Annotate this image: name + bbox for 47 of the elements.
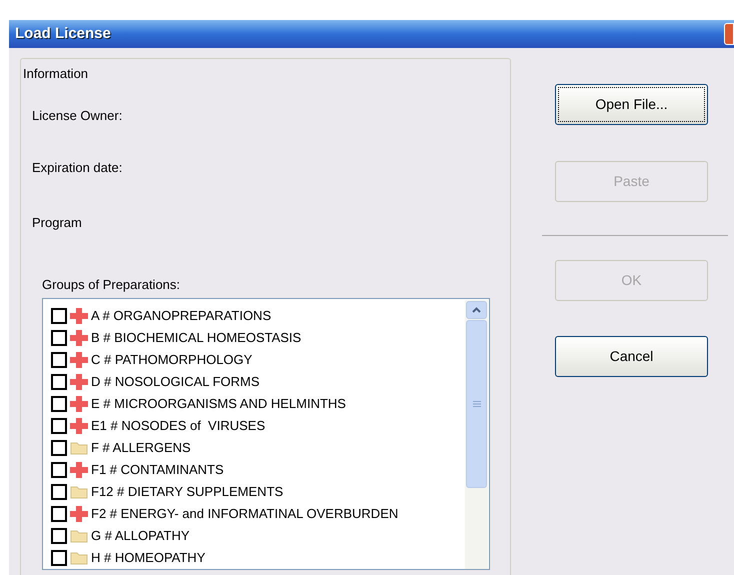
- checkbox[interactable]: [51, 484, 67, 500]
- scroll-up-button[interactable]: [466, 300, 487, 318]
- vertical-scrollbar[interactable]: [465, 300, 488, 568]
- dialog-button[interactable]: Open File...: [555, 84, 708, 125]
- field-label: Program: [32, 214, 82, 232]
- cross-icon: [69, 394, 89, 412]
- cross-icon: [69, 306, 89, 324]
- checkbox[interactable]: [51, 308, 67, 324]
- checkbox[interactable]: [51, 462, 67, 478]
- group-item-label[interactable]: D # NOSOLOGICAL FORMS: [91, 372, 260, 392]
- group-item-label[interactable]: B # BIOCHEMICAL HOMEOSTASIS: [91, 328, 302, 348]
- group-item-label[interactable]: E1 # NOSODES of VIRUSES: [91, 416, 266, 436]
- checkbox[interactable]: [51, 418, 67, 434]
- cross-icon: [69, 504, 89, 522]
- checkbox[interactable]: [51, 528, 67, 544]
- group-item-label[interactable]: F1 # CONTAMINANTS: [91, 460, 224, 480]
- window-title: Load License: [14, 24, 111, 44]
- groups-label: Groups of Preparations:: [42, 276, 180, 294]
- group-item-label[interactable]: A # ORGANOPREPARATIONS: [91, 306, 272, 326]
- group-title: Information: [23, 65, 88, 83]
- checkbox[interactable]: [51, 506, 67, 522]
- chevron-up-icon: [472, 306, 481, 312]
- checkbox[interactable]: [51, 440, 67, 456]
- group-item-label[interactable]: H # HOMEOPATHY: [91, 548, 206, 568]
- checkbox[interactable]: [51, 396, 67, 412]
- grip-icon: [472, 400, 480, 406]
- field-label: Expiration date:: [32, 159, 122, 177]
- group-item-label[interactable]: F2 # ENERGY- and INFORMATINAL OVERBURDEN: [91, 504, 398, 524]
- checkbox[interactable]: [51, 352, 67, 368]
- groups-list[interactable]: [42, 298, 490, 570]
- group-item-label[interactable]: G # ALLOPATHY: [91, 526, 190, 546]
- close-button[interactable]: [724, 23, 734, 45]
- cross-icon: [69, 328, 89, 346]
- checkbox[interactable]: [51, 374, 67, 390]
- scroll-thumb[interactable]: [466, 320, 487, 488]
- cross-icon: [69, 372, 89, 390]
- checkbox[interactable]: [51, 330, 67, 346]
- group-item-label[interactable]: C # PATHOMORPHOLOGY: [91, 350, 252, 370]
- cross-icon: [69, 350, 89, 368]
- checkbox[interactable]: [51, 550, 67, 566]
- group-item-label[interactable]: F # ALLERGENS: [91, 438, 191, 458]
- group-item-label[interactable]: F12 # DIETARY SUPPLEMENTS: [91, 482, 284, 502]
- dialog-button[interactable]: Cancel: [555, 336, 708, 377]
- group-item-label[interactable]: E # MICROORGANISMS AND HELMINTHS: [91, 394, 346, 414]
- field-label: License Owner:: [32, 106, 122, 124]
- cross-icon: [69, 460, 89, 478]
- cross-icon: [69, 416, 89, 434]
